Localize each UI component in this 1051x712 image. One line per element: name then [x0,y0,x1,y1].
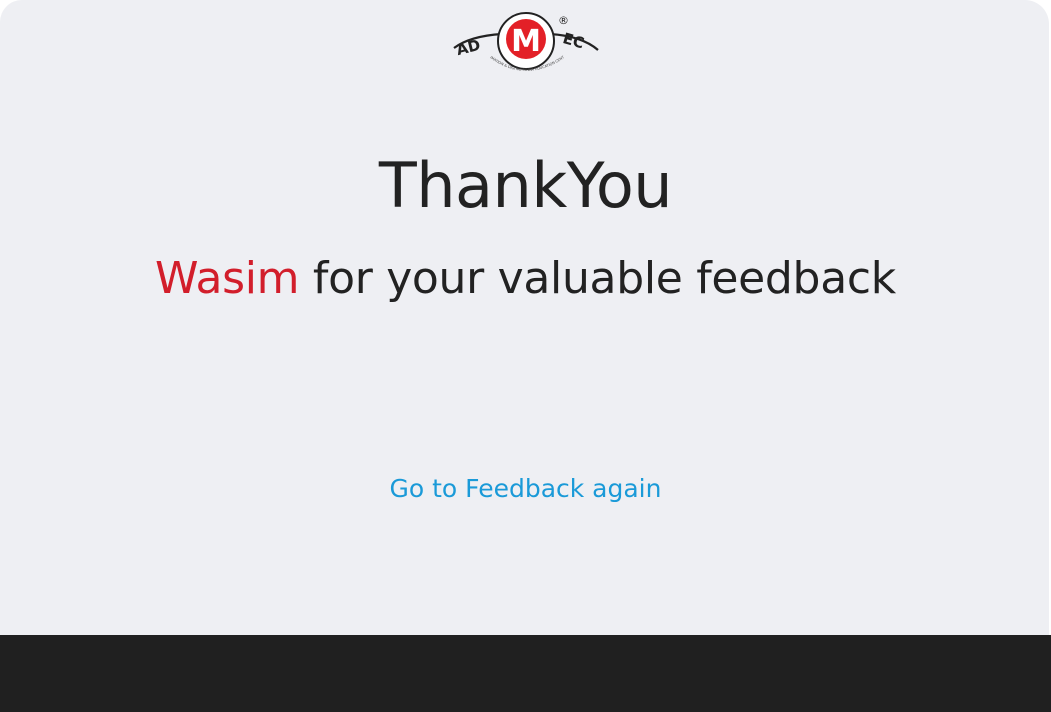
go-to-feedback-link[interactable]: Go to Feedback again [390,474,662,503]
logo-text-right: EC [561,29,586,52]
message-text: for your valuable feedback [299,253,896,304]
thank-you-message: Wasim for your valuable feedback [0,250,1051,308]
logo-letter: M [511,24,541,59]
page: AD EC M ® ANIMATION & DIGITAL MEDIA EDUC… [0,0,1051,712]
logo-text-left: AD [454,36,482,59]
admec-logo: AD EC M ® ANIMATION & DIGITAL MEDIA EDUC… [450,6,599,72]
page-title: ThankYou [378,149,673,222]
logo-registered: ® [558,14,569,27]
footer-bar [0,635,1051,712]
feedback-link-row: Go to Feedback again [0,472,1051,506]
thank-you-card: AD EC M ® ANIMATION & DIGITAL MEDIA EDUC… [0,0,1049,636]
user-name: Wasim [155,253,300,304]
